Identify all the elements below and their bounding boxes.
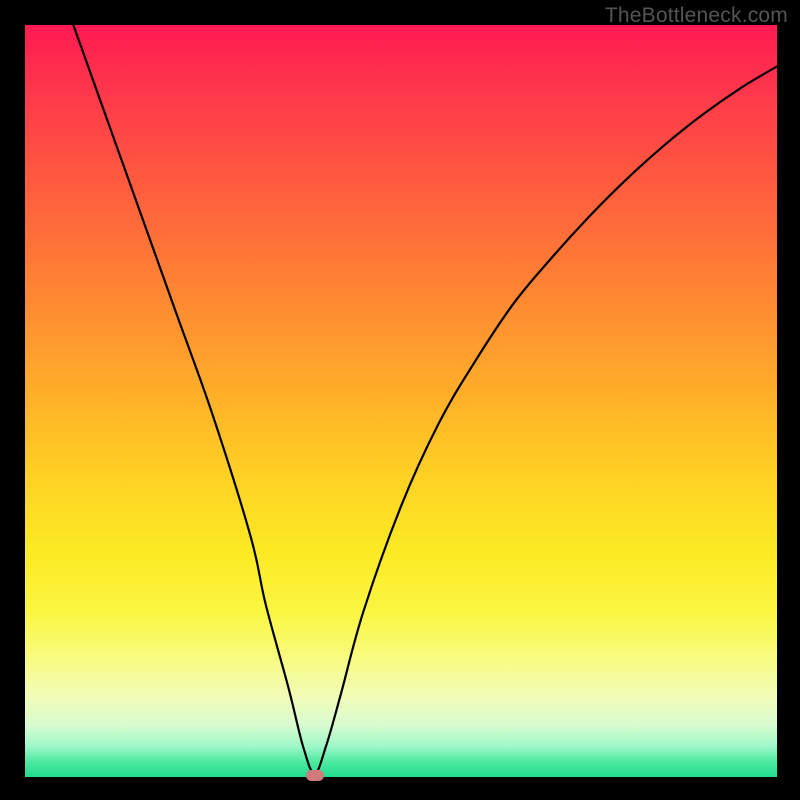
- optimal-marker: [306, 770, 324, 781]
- bottleneck-curve: [25, 25, 777, 777]
- curve-path: [25, 25, 777, 773]
- chart-frame: [25, 25, 777, 777]
- watermark-text: TheBottleneck.com: [605, 4, 788, 28]
